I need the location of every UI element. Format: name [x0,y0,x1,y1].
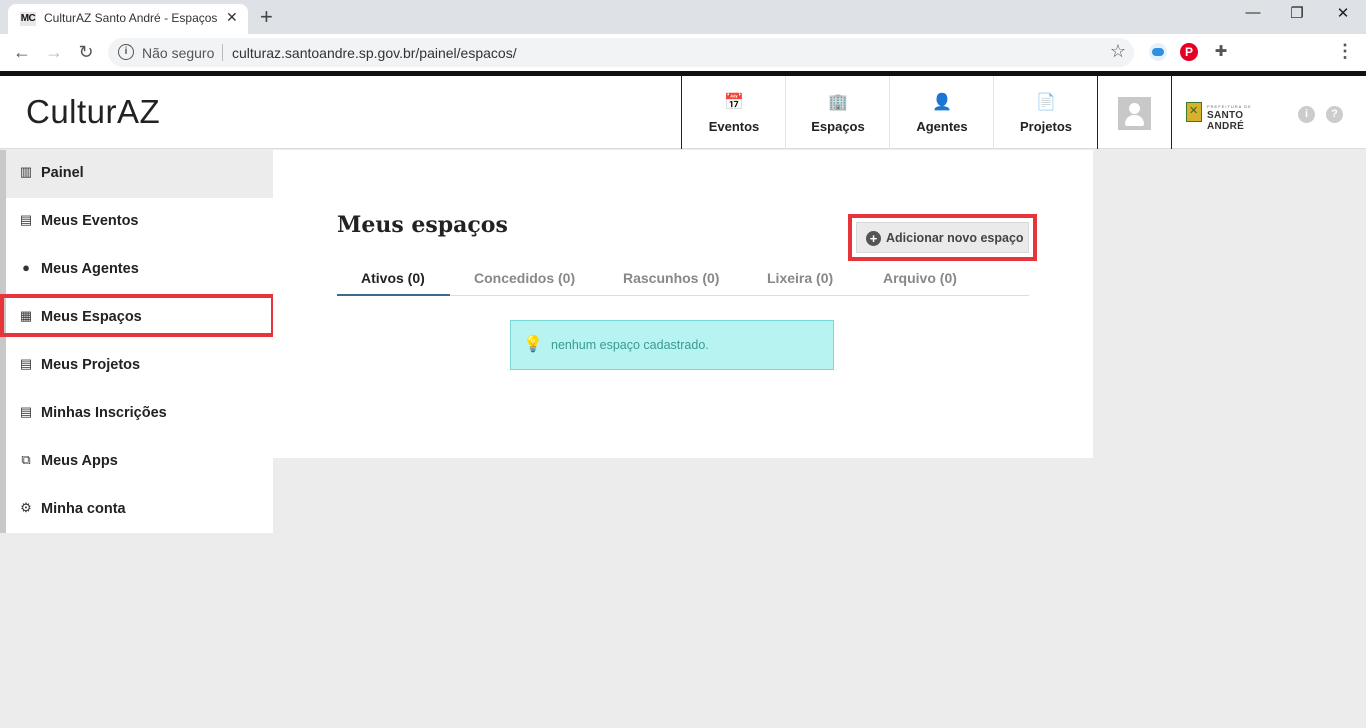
sidebar-item-painel[interactable]: ▥ Painel [6,150,273,198]
sidebar-item-meus-agentes[interactable]: ● Meus Agentes [6,246,273,294]
sidebar-item-label: Minha conta [41,501,126,517]
nav-agentes[interactable]: 👤 Agentes [890,76,994,149]
sidebar-item-label: Meus Apps [41,453,118,469]
building-icon: 🏢 [828,94,848,111]
sidebar-item-label: Meus Eventos [41,213,139,229]
minimize-button[interactable]: — [1230,4,1276,21]
sidebar: ▥ Painel ▤ Meus Eventos ● Meus Agentes ▦… [0,150,273,533]
browser-toolbar: ← → ↻ i Não seguro culturaz.santoandre.s… [0,34,1366,71]
sidebar-item-label: Meus Agentes [41,261,139,277]
nav-projetos[interactable]: 📄 Projetos [994,76,1098,149]
help-icon[interactable]: ? [1326,106,1343,123]
sidebar-highlight-box [0,294,275,337]
bookmark-star-icon[interactable]: ☆ [1110,41,1126,62]
tab-title: CulturAZ Santo André - Espaços [44,11,218,25]
nav-agentes-label: Agentes [916,119,968,134]
site-logo[interactable]: CulturAZ [26,93,160,131]
cloud-extension-icon[interactable] [1149,43,1167,61]
active-tab-underline [337,294,450,296]
extensions-puzzle-icon[interactable]: ✚ [1212,43,1230,61]
tab-arquivo[interactable]: Arquivo (0) [883,270,957,286]
sidebar-item-minha-conta[interactable]: ⚙ Minha conta [6,486,273,534]
empty-notice-text: nenhum espaço cadastrado. [551,338,709,352]
add-new-space-label: Adicionar novo espaço [886,231,1024,245]
tab-lixeira[interactable]: Lixeira (0) [767,270,833,286]
add-button-highlight-box: + Adicionar novo espaço [848,214,1037,261]
pinterest-extension-icon[interactable]: P [1180,43,1198,61]
main-nav: 📅 Eventos 🏢 Espaços 👤 Agentes 📄 Projetos [681,76,1098,149]
person-icon: 👤 [932,94,952,111]
calendar-icon: 📅 [724,94,744,111]
tab-favicon-icon: MC [20,12,36,26]
sidebar-item-meus-eventos[interactable]: ▤ Meus Eventos [6,198,273,246]
sidebar-item-meus-apps[interactable]: ⧉ Meus Apps [6,438,273,486]
coat-of-arms-icon [1186,102,1202,122]
security-status[interactable]: Não seguro [142,45,214,61]
plus-circle-icon: + [866,231,881,246]
avatar[interactable] [1118,97,1151,130]
nav-espacos-label: Espaços [811,119,865,134]
reload-button[interactable]: ↻ [74,40,98,64]
forward-button[interactable]: → [42,40,66,64]
window-close-button[interactable]: ✕ [1320,4,1366,22]
sidebar-item-minhas-inscricoes[interactable]: ▤ Minhas Inscrições [6,390,273,438]
back-button[interactable]: ← [10,40,34,64]
nav-eventos-label: Eventos [708,119,760,134]
empty-notice: 💡 nenhum espaço cadastrado. [510,320,834,370]
document-icon: 📄 [1036,94,1056,111]
main-panel: Meus espaços + Adicionar novo espaço Ati… [273,150,1093,458]
site-info-icon[interactable]: i [118,44,134,60]
prefeitura-name: SANTO ANDRÉ [1207,110,1245,132]
sidebar-item-meus-projetos[interactable]: ▤ Meus Projetos [6,342,273,390]
sidebar-item-label: Meus Projetos [41,357,141,373]
add-new-space-button[interactable]: + Adicionar novo espaço [856,222,1029,253]
info-icon[interactable]: i [1298,106,1315,123]
site-header: CulturAZ 📅 Eventos 🏢 Espaços 👤 Agentes 📄… [0,76,1366,149]
sidebar-item-label: Painel [41,165,84,181]
omnibox-divider [222,44,223,61]
nav-espacos[interactable]: 🏢 Espaços [786,76,890,149]
tab-concedidos[interactable]: Concedidos (0) [474,270,575,286]
browser-tabstrip: MC CulturAZ Santo André - Espaços ✕ + — … [0,0,1366,34]
apps-icon: ⧉ [21,452,31,467]
address-bar[interactable]: i Não seguro culturaz.santoandre.sp.gov.… [108,38,1134,67]
page-title: Meus espaços [337,212,508,238]
tab-rascunhos[interactable]: Rascunhos (0) [623,270,719,286]
tab-close-icon[interactable]: ✕ [226,9,238,26]
nav-eventos[interactable]: 📅 Eventos [682,76,786,149]
prefeitura-small-text: PREFEITURA DE [1207,104,1252,109]
restore-button[interactable]: ❐ [1274,4,1320,22]
user-menu[interactable] [1098,76,1172,149]
document-icon: ▤ [19,356,33,371]
calendar-icon: ▤ [19,212,33,227]
new-tab-button[interactable]: + [260,4,273,30]
sidebar-item-label: Minhas Inscrições [41,405,167,421]
status-tabs: Ativos (0) Concedidos (0) Rascunhos (0) … [337,262,1029,296]
browser-tab[interactable]: MC CulturAZ Santo André - Espaços ✕ [8,4,248,34]
tab-ativos[interactable]: Ativos (0) [361,270,425,286]
document-icon: ▤ [19,404,33,419]
person-icon: ● [22,260,30,275]
prefeitura-logo[interactable]: PREFEITURA DE SANTO ANDRÉ [1186,102,1276,132]
gears-icon: ⚙ [20,500,32,515]
url-text[interactable]: culturaz.santoandre.sp.gov.br/painel/esp… [232,45,517,61]
chart-icon: ▥ [19,164,33,179]
lightbulb-icon: 💡 [523,336,543,353]
nav-projetos-label: Projetos [1019,119,1072,134]
browser-menu-icon[interactable]: ⋮ [1336,41,1354,62]
